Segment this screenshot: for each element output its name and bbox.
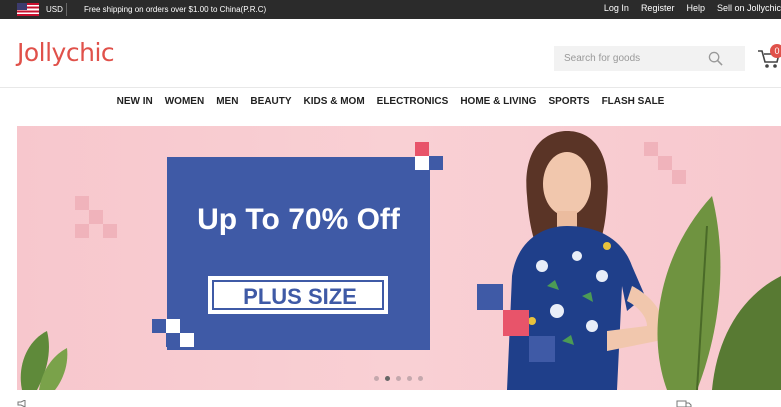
palm-leaf-left-image: [20, 331, 68, 390]
deco-square: [89, 210, 103, 224]
promo-panel: [167, 157, 430, 350]
top-bar: USD Free shipping on orders over $1.00 t…: [0, 0, 781, 19]
notice-strip: [17, 398, 781, 407]
deco-square: [658, 156, 672, 170]
deco-square: [75, 196, 89, 210]
hero-banner[interactable]: Up To 70% Off PLUS SIZE: [17, 126, 781, 390]
nav-sports[interactable]: SPORTS: [548, 89, 589, 115]
carousel-dot[interactable]: [374, 376, 379, 381]
deco-square: [503, 310, 529, 336]
carousel-dots: [374, 376, 423, 381]
deco-square: [477, 284, 503, 310]
deco-square: [180, 333, 194, 347]
nav-women[interactable]: WOMEN: [165, 89, 204, 115]
plus-size-tag[interactable]: PLUS SIZE: [208, 276, 388, 314]
nav-new-in[interactable]: NEW IN: [117, 89, 153, 115]
logo[interactable]: Jollychic: [17, 38, 115, 67]
shipping-promo: Free shipping on orders over $1.00 to Ch…: [84, 5, 267, 14]
deco-square: [75, 224, 89, 238]
nav-electronics[interactable]: ELECTRONICS: [377, 89, 449, 115]
deco-square: [415, 142, 429, 156]
deco-square: [415, 156, 429, 170]
nav-beauty[interactable]: BEAUTY: [250, 89, 291, 115]
currency-selector[interactable]: USD: [46, 5, 63, 14]
nav-kids-mom[interactable]: KIDS & MOM: [304, 89, 365, 115]
category-nav: NEW IN WOMEN MEN BEAUTY KIDS & MOM ELECT…: [0, 89, 781, 115]
deco-square: [429, 156, 443, 170]
deco-square: [166, 319, 180, 333]
divider: [66, 3, 67, 16]
search-box: [554, 46, 745, 71]
banner-headline: Up To 70% Off: [197, 203, 400, 236]
deco-square: [166, 333, 180, 347]
account-links: Log In Register Help Sell on Jollychic: [604, 3, 781, 13]
deco-square: [672, 170, 686, 184]
truck-icon: [676, 400, 692, 407]
carousel-dot[interactable]: [407, 376, 412, 381]
register-link[interactable]: Register: [641, 3, 675, 13]
sell-link[interactable]: Sell on Jollychic: [717, 3, 781, 13]
deco-square: [152, 319, 166, 333]
carousel-dot[interactable]: [396, 376, 401, 381]
nav-men[interactable]: MEN: [216, 89, 238, 115]
site-header: Jollychic 0: [0, 19, 781, 88]
cart-count-badge: 0: [770, 44, 781, 58]
speaker-icon: [17, 400, 26, 407]
deco-square: [644, 142, 658, 156]
plus-size-label: PLUS SIZE: [243, 284, 357, 309]
help-link[interactable]: Help: [686, 3, 705, 13]
nav-flash-sale[interactable]: FLASH SALE: [602, 89, 665, 115]
carousel-dot-active[interactable]: [385, 376, 390, 381]
deco-square: [529, 336, 555, 362]
search-input[interactable]: [554, 46, 714, 71]
nav-home-living[interactable]: HOME & LIVING: [460, 89, 536, 115]
login-link[interactable]: Log In: [604, 3, 629, 13]
deco-square: [103, 224, 117, 238]
carousel-dot[interactable]: [418, 376, 423, 381]
us-flag-icon[interactable]: [17, 3, 39, 16]
palm-leaf-right-image: [657, 196, 781, 390]
search-icon[interactable]: [708, 51, 723, 66]
